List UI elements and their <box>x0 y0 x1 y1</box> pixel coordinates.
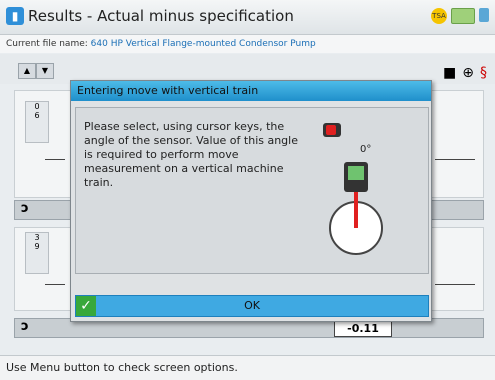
coupling-icon-upper: 0 6 <box>25 101 49 143</box>
foot-icon-lower: ↄ <box>21 319 29 334</box>
shaft-line-right <box>435 159 475 160</box>
dialog-title: Entering move with vertical train <box>71 81 431 101</box>
toolbar-icons: ■ ⊕ § <box>443 65 487 81</box>
battery-icon <box>451 8 475 24</box>
tolerance-icon[interactable]: § <box>480 65 487 81</box>
file-name: 640 HP Vertical Flange-mounted Condensor… <box>90 39 316 49</box>
view-button-2[interactable]: ▼ <box>36 63 54 79</box>
shaft-line-right-lower <box>435 284 475 285</box>
lower-value-top: 3 <box>34 233 40 242</box>
shaft-line-left-lower <box>45 284 65 285</box>
window-title: Results - Actual minus specification <box>28 7 294 25</box>
upper-value-top: 0 <box>34 102 40 111</box>
dialog-body: Please select, using cursor keys, the an… <box>75 107 429 274</box>
shaft-line-left <box>45 159 65 160</box>
vertical-train-dialog: Entering move with vertical train Please… <box>70 80 432 322</box>
file-name-bar: Current file name: 640 HP Vertical Flang… <box>0 35 495 53</box>
title-bar: ▮ Results - Actual minus specification T… <box>0 0 495 35</box>
upper-value-bottom: 6 <box>34 111 40 120</box>
results-icon: ▮ <box>6 7 24 25</box>
lower-value-bottom: 9 <box>34 242 40 251</box>
machine-icon[interactable]: ■ <box>443 65 456 81</box>
target-icon[interactable]: ⊕ <box>462 65 474 81</box>
status-icons: TSA <box>431 8 489 24</box>
sensor-icon <box>323 123 341 137</box>
offset-value-readout: -0.11 <box>334 320 392 337</box>
dialog-message: Please select, using cursor keys, the an… <box>84 120 298 189</box>
foot-icon-upper: ↄ <box>21 201 29 216</box>
coupling-icon-lower: 3 9 <box>25 232 49 274</box>
file-name-label: Current file name: <box>6 39 88 49</box>
help-bar: Use Menu button to check screen options. <box>0 355 495 380</box>
sensor-angle-value: 0° <box>360 144 372 155</box>
view-button-1[interactable]: ▲ <box>18 63 36 79</box>
tsa-status-icon: TSA <box>431 8 447 24</box>
angle-dial-icon <box>329 162 383 255</box>
ok-button-label: OK <box>244 299 260 312</box>
external-power-icon <box>479 8 489 22</box>
ok-button[interactable]: ✓ OK <box>75 295 429 317</box>
